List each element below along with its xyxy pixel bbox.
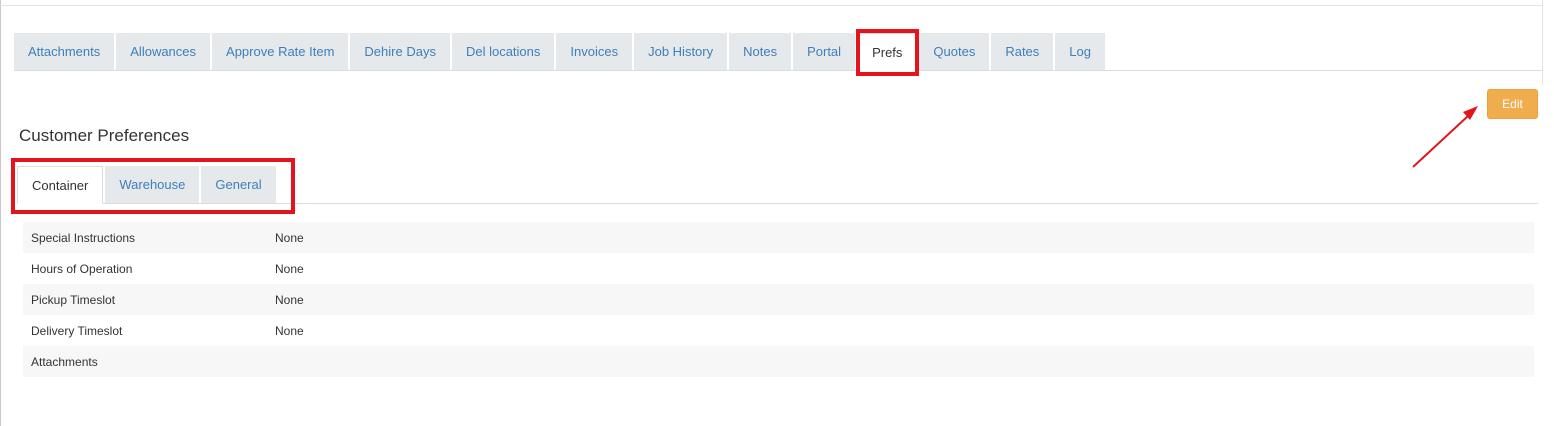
- tab-prefs[interactable]: Prefs: [857, 33, 918, 71]
- tab-general[interactable]: General: [201, 166, 276, 203]
- tab-notes[interactable]: Notes: [729, 33, 792, 70]
- table-row: Attachments: [23, 346, 1534, 377]
- tab-quotes[interactable]: Quotes: [919, 33, 990, 70]
- tab-attachments[interactable]: Attachments: [14, 33, 115, 70]
- tab-invoices[interactable]: Invoices: [556, 33, 633, 70]
- tab-allowances[interactable]: Allowances: [116, 33, 211, 70]
- table-row: Pickup Timeslot None: [23, 284, 1534, 315]
- sub-tab-bar: Container Warehouse General: [17, 166, 1538, 204]
- tab-dehire-days[interactable]: Dehire Days: [350, 33, 450, 70]
- row-label: Special Instructions: [31, 230, 136, 245]
- preferences-table: Special Instructions None Hours of Opera…: [23, 222, 1534, 377]
- table-row: Special Instructions None: [23, 222, 1534, 253]
- row-label: Pickup Timeslot: [31, 292, 116, 307]
- tab-warehouse[interactable]: Warehouse: [105, 166, 200, 203]
- row-value: None: [275, 292, 304, 307]
- tab-approve-rate-item[interactable]: Approve Rate Item: [212, 33, 349, 70]
- tab-portal[interactable]: Portal: [793, 33, 856, 70]
- row-value: None: [275, 230, 304, 245]
- left-border: [0, 0, 1, 426]
- edit-button[interactable]: Edit: [1487, 89, 1538, 119]
- row-value: None: [275, 323, 304, 338]
- page: Attachments Allowances Approve Rate Item…: [0, 0, 1554, 426]
- main-tab-bar: Attachments Allowances Approve Rate Item…: [14, 33, 1543, 71]
- arrow-shaft: [1412, 115, 1469, 168]
- tab-container[interactable]: Container: [17, 166, 104, 204]
- arrow-head: [1463, 106, 1478, 120]
- row-label: Hours of Operation: [31, 261, 133, 276]
- table-row: Hours of Operation None: [23, 253, 1534, 284]
- tab-del-locations[interactable]: Del locations: [451, 33, 555, 70]
- top-divider: [0, 5, 1542, 6]
- tab-job-history[interactable]: Job History: [634, 33, 728, 70]
- section-title: Customer Preferences: [19, 126, 190, 145]
- row-value: None: [275, 261, 304, 276]
- tab-log[interactable]: Log: [1055, 33, 1105, 70]
- table-row: Delivery Timeslot None: [23, 315, 1534, 346]
- row-label: Delivery Timeslot: [31, 323, 123, 338]
- tab-rates[interactable]: Rates: [991, 33, 1054, 70]
- row-label: Attachments: [31, 354, 98, 369]
